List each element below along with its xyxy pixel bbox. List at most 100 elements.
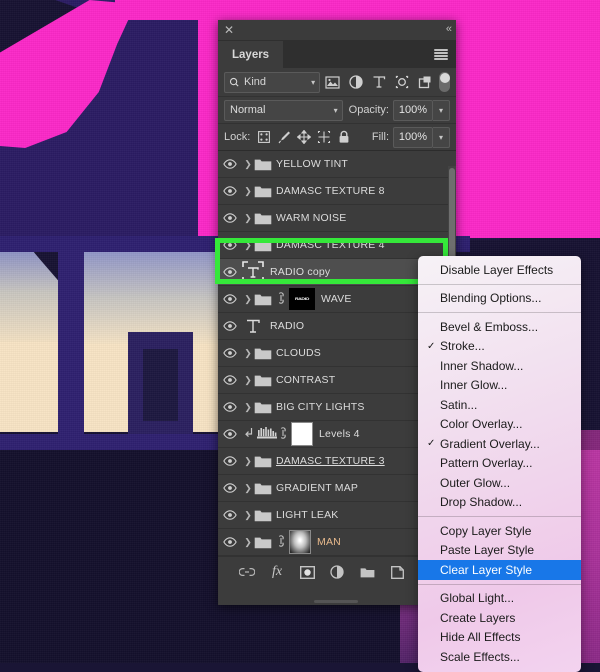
group-expand-chevron-icon[interactable]: ❯ [242, 294, 254, 305]
group-expand-chevron-icon[interactable]: ❯ [242, 510, 254, 521]
new-group-icon[interactable] [359, 564, 376, 581]
group-expand-chevron-icon[interactable]: ❯ [242, 159, 254, 170]
context-menu-item[interactable]: Color Overlay... [418, 415, 581, 435]
layer-row[interactable]: ❯ YELLOW TINT [218, 151, 456, 178]
layer-visibility-eye-icon[interactable] [218, 205, 242, 231]
blend-mode-select[interactable]: Normal ▾ [224, 99, 343, 121]
layer-effects-context-menu[interactable]: Disable Layer Effects Blending Options...… [418, 256, 581, 672]
layer-visibility-eye-icon[interactable] [218, 340, 242, 366]
add-layer-mask-icon[interactable] [299, 564, 316, 581]
layer-mask-thumbnail[interactable] [289, 530, 311, 554]
layer-visibility-eye-icon[interactable] [218, 367, 242, 393]
layer-visibility-eye-icon[interactable] [218, 151, 242, 177]
context-menu-item[interactable]: ✓ Gradient Overlay... [418, 434, 581, 454]
layer-row[interactable]: ❯ DAMASC TEXTURE 4 [218, 232, 456, 259]
mask-link-icon[interactable] [276, 291, 286, 308]
opacity-stepper-chevron-icon[interactable]: ▾ [433, 99, 450, 121]
layer-visibility-eye-icon[interactable] [218, 313, 242, 339]
layer-visibility-eye-icon[interactable] [218, 394, 242, 420]
group-expand-chevron-icon[interactable]: ❯ [242, 537, 254, 548]
group-expand-chevron-icon[interactable]: ❯ [242, 348, 254, 359]
lock-label: Lock: [224, 131, 251, 143]
menu-item-label: Hide All Effects [440, 630, 521, 645]
layer-visibility-eye-icon[interactable] [218, 286, 242, 312]
group-expand-chevron-icon[interactable]: ❯ [242, 240, 254, 251]
layer-visibility-eye-icon[interactable] [218, 421, 242, 447]
panel-menu-icon[interactable] [434, 49, 448, 60]
lock-artboard-nesting-icon[interactable] [314, 127, 334, 147]
layer-visibility-eye-icon[interactable] [218, 502, 242, 528]
context-menu-item[interactable]: Paste Layer Style [418, 541, 581, 561]
filter-adjustment-icon[interactable] [345, 72, 366, 92]
context-menu-item[interactable]: ✓ Stroke... [418, 337, 581, 357]
panel-tab-bar: Layers [218, 41, 456, 68]
filter-shape-icon[interactable] [391, 72, 412, 92]
context-menu-item[interactable]: Blending Options... [418, 289, 581, 309]
fill-stepper-chevron-icon[interactable]: ▾ [433, 126, 450, 148]
tab-layers[interactable]: Layers [218, 41, 284, 68]
opacity-input[interactable]: 100% [393, 99, 433, 121]
group-folder-icon [254, 157, 272, 171]
panel-titlebar: ✕ « [218, 20, 456, 41]
layer-visibility-eye-icon[interactable] [218, 475, 242, 501]
group-expand-chevron-icon[interactable]: ❯ [242, 402, 254, 413]
filter-pixel-icon[interactable] [322, 72, 343, 92]
filter-smart-object-icon[interactable] [414, 72, 435, 92]
new-fill-adjustment-layer-icon[interactable] [329, 564, 346, 581]
context-menu-item[interactable]: Scale Effects... [418, 647, 581, 667]
context-menu-item[interactable]: Pattern Overlay... [418, 454, 581, 474]
lock-all-icon[interactable] [334, 127, 354, 147]
context-menu-item[interactable]: Inner Glow... [418, 376, 581, 396]
context-menu-item[interactable]: Drop Shadow... [418, 493, 581, 513]
artwork-letter-gap [58, 250, 84, 440]
layer-visibility-eye-icon[interactable] [218, 178, 242, 204]
context-menu-item[interactable]: Outer Glow... [418, 473, 581, 493]
lock-transparent-pixels-icon[interactable] [254, 127, 274, 147]
context-menu-item[interactable]: Hide All Effects [418, 628, 581, 648]
type-layer-thumbnail[interactable] [242, 261, 264, 283]
context-menu-item[interactable]: Bevel & Emboss... [418, 317, 581, 337]
context-menu-item[interactable]: Global Light... [418, 589, 581, 609]
collapse-double-arrow-icon[interactable]: « [446, 23, 452, 35]
lock-position-icon[interactable] [294, 127, 314, 147]
mask-link-icon[interactable] [278, 426, 288, 443]
group-expand-chevron-icon[interactable]: ❯ [242, 186, 254, 197]
layer-visibility-eye-icon[interactable] [218, 529, 242, 555]
layer-row[interactable]: ❯ DAMASC TEXTURE 8 [218, 178, 456, 205]
menu-item-label: Clear Layer Style [440, 562, 533, 577]
filter-enable-toggle[interactable] [439, 72, 450, 92]
link-layers-icon[interactable] [239, 564, 256, 581]
context-menu-item[interactable]: Copy Layer Style [418, 521, 581, 541]
menu-item-label: Disable Layer Effects [440, 262, 554, 277]
context-menu-item[interactable]: Inner Shadow... [418, 356, 581, 376]
new-layer-icon[interactable] [389, 564, 406, 581]
layer-mask-thumbnail[interactable]: RADIO [289, 288, 315, 310]
group-expand-chevron-icon[interactable]: ❯ [242, 456, 254, 467]
mask-link-icon[interactable] [276, 534, 286, 551]
menu-item-label: Outer Glow... [440, 475, 511, 490]
context-menu-item[interactable]: Satin... [418, 395, 581, 415]
layer-visibility-eye-icon[interactable] [218, 259, 242, 285]
layer-name: WAVE [321, 293, 352, 305]
layer-list-horizontal-scrollbar[interactable] [314, 600, 358, 603]
layer-visibility-eye-icon[interactable] [218, 232, 242, 258]
filter-type-icon[interactable] [368, 72, 389, 92]
menu-item-label: Global Light... [440, 591, 515, 606]
menu-item-label: Scale Effects... [440, 649, 520, 664]
close-icon[interactable]: ✕ [223, 24, 235, 36]
fill-input[interactable]: 100% [393, 126, 433, 148]
levels-adjustment-thumbnail[interactable] [256, 426, 278, 442]
layer-visibility-eye-icon[interactable] [218, 448, 242, 474]
group-expand-chevron-icon[interactable]: ❯ [242, 213, 254, 224]
lock-image-pixels-icon[interactable] [274, 127, 294, 147]
filter-kind-select[interactable]: Kind ▾ [224, 71, 321, 93]
context-menu-item[interactable]: Clear Layer Style [418, 560, 581, 580]
context-menu-item[interactable]: Disable Layer Effects [418, 260, 581, 280]
group-expand-chevron-icon[interactable]: ❯ [242, 375, 254, 386]
context-menu-item[interactable]: Create Layers [418, 608, 581, 628]
group-expand-chevron-icon[interactable]: ❯ [242, 483, 254, 494]
type-layer-thumbnail[interactable] [242, 315, 264, 337]
layer-mask-thumbnail[interactable] [291, 422, 313, 446]
layer-row[interactable]: ❯ WARM NOISE [218, 205, 456, 232]
add-layer-style-fx-icon[interactable]: fx [269, 564, 286, 581]
